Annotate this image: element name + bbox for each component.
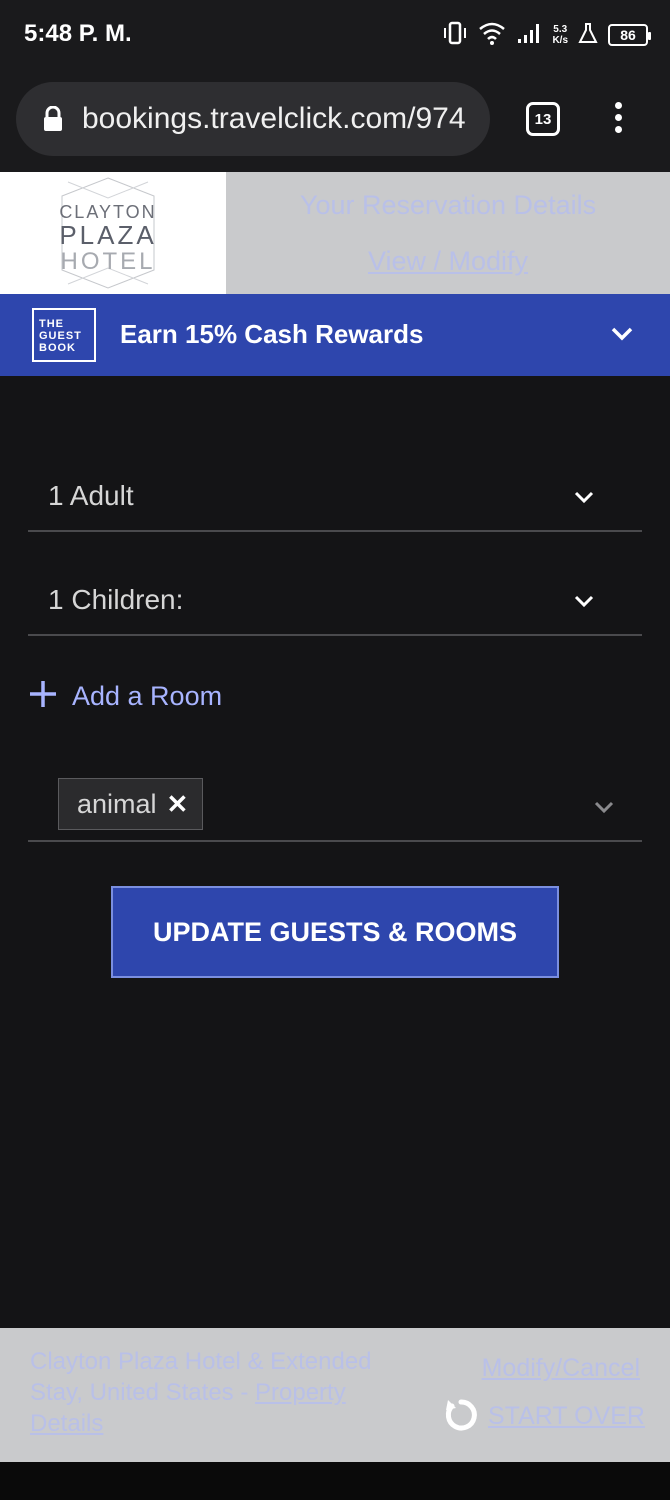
- chevron-down-icon[interactable]: [610, 326, 634, 347]
- start-over-link[interactable]: START OVER: [442, 1394, 645, 1439]
- modify-cancel-link[interactable]: Modify/Cancel: [482, 1354, 640, 1383]
- status-icons: 5.3 K/s 86: [442, 18, 651, 52]
- chevron-down-icon: [574, 490, 594, 509]
- signal-icon: [516, 21, 542, 50]
- network-speed: 5.3 K/s: [552, 24, 568, 46]
- close-icon[interactable]: ✕: [167, 789, 189, 820]
- guest-book-logo-line: THE: [39, 318, 64, 330]
- battery-level: 86: [620, 27, 636, 43]
- tag-label: animal: [77, 788, 157, 819]
- guest-book-logo-line: GUEST: [39, 330, 82, 342]
- guest-book-logo-line: BOOK: [39, 342, 76, 354]
- url-bar[interactable]: bookings.travelclick.com/974: [16, 82, 490, 156]
- adults-select[interactable]: 1 Adult: [28, 456, 642, 532]
- chevron-down-icon[interactable]: [594, 800, 614, 819]
- selected-tag: animal ✕: [58, 778, 204, 830]
- speed-value: 5.3: [553, 24, 568, 35]
- logo-text-hotel: HOTEL: [60, 248, 156, 275]
- lock-icon: [42, 105, 64, 137]
- start-over-label: START OVER: [488, 1402, 645, 1430]
- guests-rooms-form: 1 Adult 1 Children: Add a Room animal ✕ …: [0, 376, 670, 1328]
- logo-text-plaza: PLAZA: [59, 220, 157, 250]
- status-time: 5:48 P. M.: [24, 20, 132, 47]
- add-room-button[interactable]: Add a Room: [28, 676, 222, 716]
- footer: Clayton Plaza Hotel & Extended Stay, Uni…: [0, 1328, 670, 1462]
- update-guests-rooms-button[interactable]: UPDATE GUESTS & ROOMS: [111, 886, 559, 978]
- rewards-banner[interactable]: THE GUEST BOOK Earn 15% Cash Rewards: [0, 294, 670, 376]
- special-request-select[interactable]: animal ✕: [28, 776, 642, 842]
- speed-unit: K/s: [552, 35, 568, 46]
- wifi-icon: [478, 21, 506, 50]
- system-nav-bar: [0, 1462, 670, 1500]
- add-room-label: Add a Room: [72, 680, 223, 711]
- status-bar: 5:48 P. M. 5.3 K/s 86: [0, 0, 670, 72]
- refresh-icon: [442, 1394, 480, 1439]
- vibrate-icon: [442, 21, 468, 50]
- battery-icon: 86: [608, 24, 651, 46]
- tab-switcher-button[interactable]: 13: [526, 102, 560, 136]
- rewards-label: Earn 15% Cash Rewards: [120, 319, 424, 349]
- more-menu-icon[interactable]: [606, 102, 630, 138]
- reservation-details-label: Your Reservation Details: [299, 190, 597, 220]
- browser-toolbar: bookings.travelclick.com/974 13: [0, 72, 670, 172]
- url-text[interactable]: bookings.travelclick.com/974: [82, 102, 478, 136]
- adults-value: 1 Adult: [48, 480, 134, 511]
- children-value: 1 Children:: [48, 584, 184, 615]
- hotel-logo[interactable]: CLAYTON PLAZA HOTEL: [0, 172, 226, 294]
- guest-book-logo: THE GUEST BOOK: [32, 308, 96, 362]
- chevron-down-icon: [574, 594, 594, 613]
- flask-icon: [578, 22, 598, 49]
- children-select[interactable]: 1 Children:: [28, 560, 642, 636]
- tab-count: 13: [534, 110, 552, 128]
- footer-hotel-info: Clayton Plaza Hotel & Extended Stay, Uni…: [30, 1346, 410, 1439]
- plus-icon: [28, 679, 58, 714]
- hotel-header: CLAYTON PLAZA HOTEL Your Reservation Det…: [0, 172, 670, 294]
- view-modify-link[interactable]: View / Modify: [226, 246, 670, 277]
